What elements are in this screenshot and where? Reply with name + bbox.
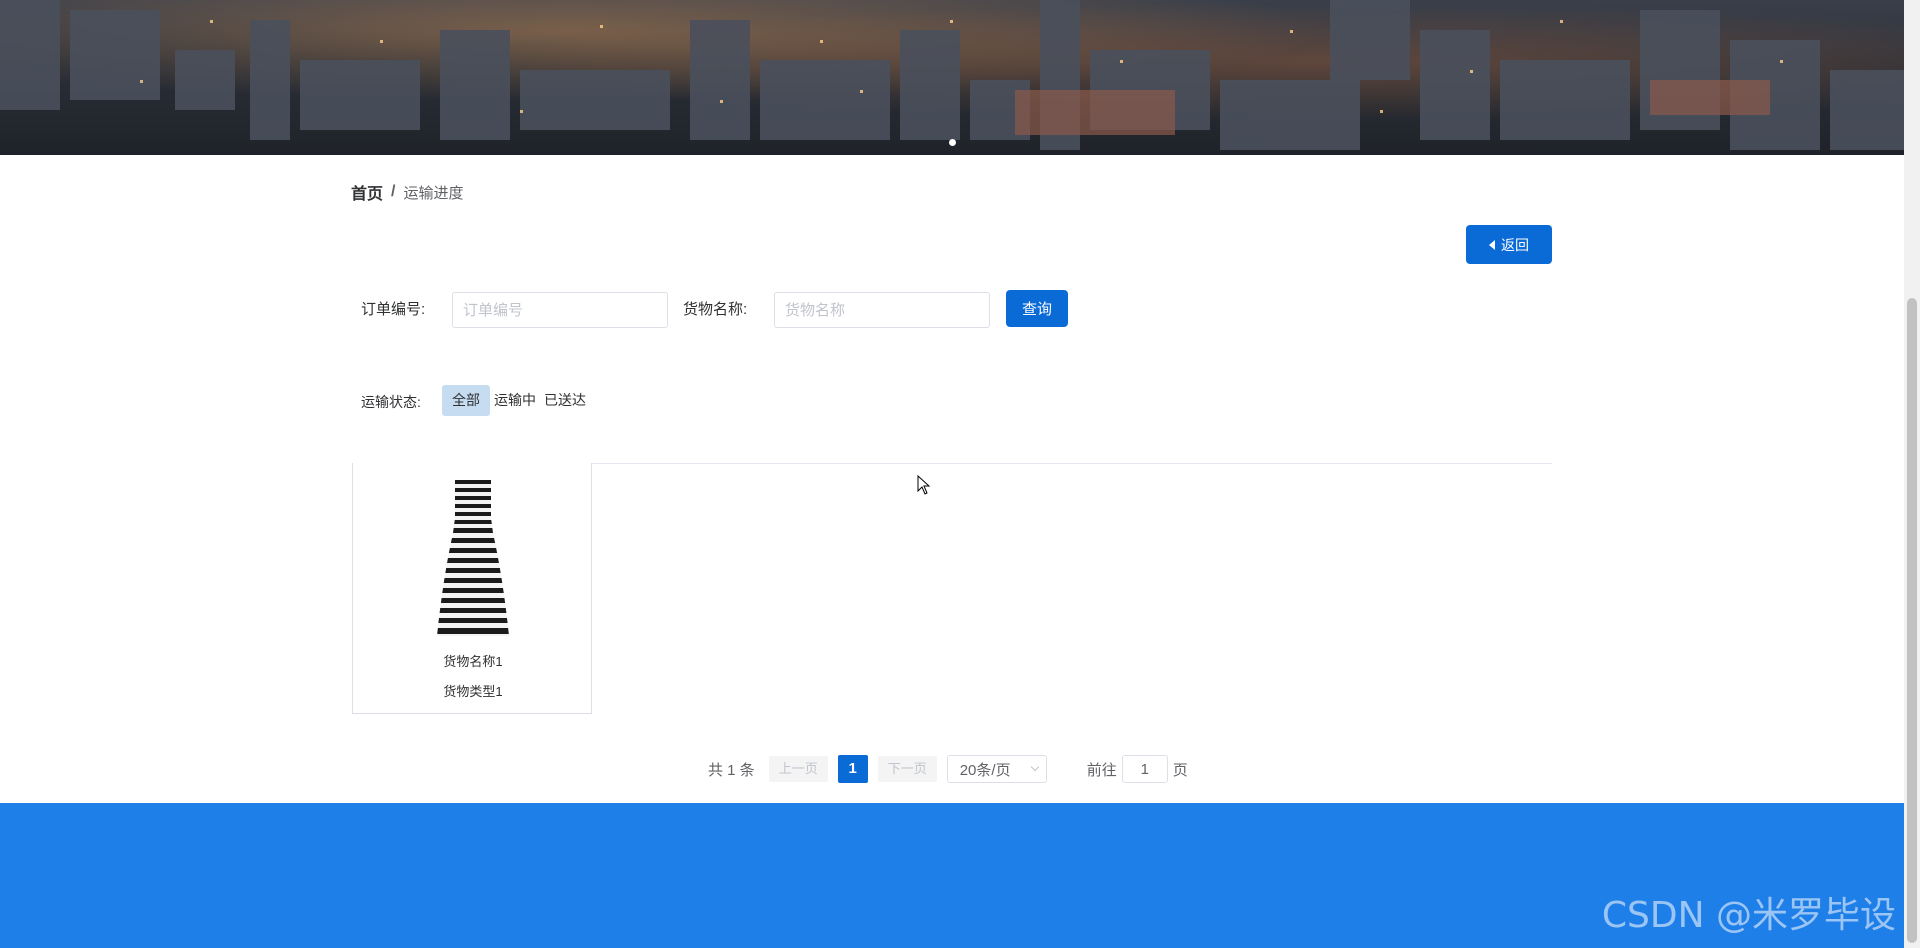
goods-name: 货物名称1 xyxy=(443,654,503,669)
query-button[interactable]: 查询 xyxy=(1006,290,1068,327)
goto-page-input[interactable] xyxy=(1121,755,1168,783)
status-filter-label: 运输状态: xyxy=(361,394,421,410)
breadcrumb-home[interactable]: 首页 xyxy=(351,180,383,204)
scrollbar-thumb[interactable] xyxy=(1907,298,1917,943)
city-skyline-image xyxy=(0,0,1904,150)
vertical-scrollbar[interactable] xyxy=(1904,0,1920,948)
status-filter-options: 全部 运输中 已送达 xyxy=(442,385,590,416)
status-option-in-transit[interactable]: 运输中 xyxy=(490,385,540,416)
striped-dress-image xyxy=(437,480,509,636)
goto-suffix: 页 xyxy=(1172,761,1188,779)
goods-name-input[interactable] xyxy=(774,292,990,328)
breadcrumb-separator: / xyxy=(391,183,396,200)
caret-left-icon xyxy=(1489,239,1495,250)
page-size-value: 20条/页 xyxy=(959,761,1011,779)
breadcrumb-current: 运输进度 xyxy=(403,184,464,202)
chevron-down-icon xyxy=(1030,762,1039,772)
goods-name-label: 货物名称: xyxy=(683,301,748,318)
city-banner-carousel[interactable] xyxy=(0,0,1904,155)
goto-prefix: 前往 xyxy=(1086,761,1117,779)
order-no-label: 订单编号: xyxy=(361,301,426,318)
order-no-input[interactable] xyxy=(452,292,668,328)
next-page-button[interactable]: 下一页 xyxy=(877,756,937,782)
status-option-delivered[interactable]: 已送达 xyxy=(540,385,590,416)
prev-page-button[interactable]: 上一页 xyxy=(768,756,828,782)
page-size-select[interactable]: 20条/页 xyxy=(946,755,1047,783)
back-button-label: 返回 xyxy=(1501,236,1529,253)
breadcrumb: 首页 / 运输进度 xyxy=(351,180,463,204)
goods-card[interactable]: 货物名称1 货物类型1 xyxy=(352,463,592,714)
pagination-total: 共 1 条 xyxy=(708,761,755,779)
back-button[interactable]: 返回 xyxy=(1466,225,1552,264)
page: 首页 / 运输进度 返回 订单编号: 货物名称: 查询 运输状态: 全部 运输中… xyxy=(0,0,1904,948)
watermark: CSDN @米罗毕设 xyxy=(1601,895,1896,936)
status-option-all[interactable]: 全部 xyxy=(442,385,490,416)
mouse-cursor-icon xyxy=(917,475,931,495)
page-number-1[interactable]: 1 xyxy=(837,755,868,783)
footer: CSDN @米罗毕设 xyxy=(0,803,1904,948)
carousel-indicator-dot[interactable] xyxy=(949,139,956,146)
pagination: 共 1 条 上一页 1 下一页 20条/页 前往 页 xyxy=(708,755,1188,783)
goods-type: 货物类型1 xyxy=(443,684,503,699)
